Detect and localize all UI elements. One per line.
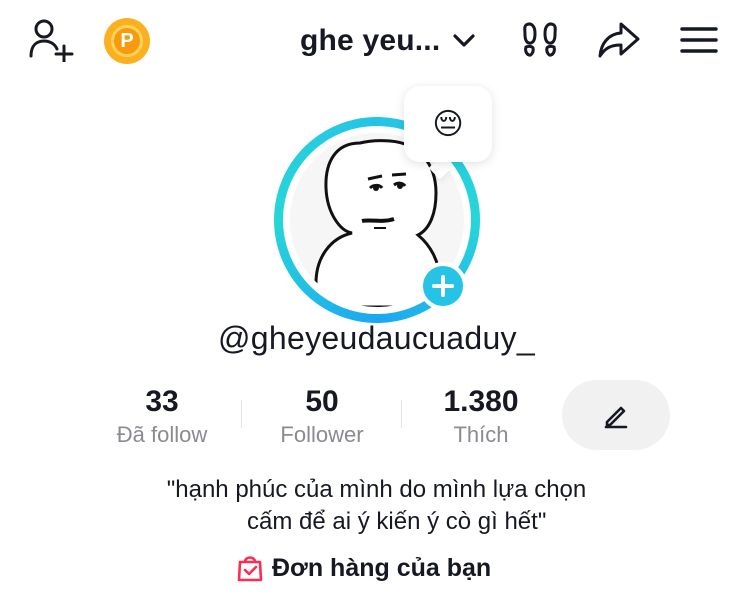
following-stat[interactable]: 33 Đã follow bbox=[87, 384, 237, 450]
bio-line-2: cấm để ai ý kiến ý cò gì hết" bbox=[247, 508, 547, 535]
profile-views-button[interactable] bbox=[516, 18, 564, 62]
share-profile-button[interactable] bbox=[594, 18, 644, 62]
mood-bubble[interactable]: 😔 bbox=[404, 86, 492, 162]
hamburger-menu-icon bbox=[680, 27, 718, 53]
username: @gheyeudaucuaduy_ bbox=[218, 320, 535, 356]
likes-count: 1.380 bbox=[443, 385, 519, 418]
add-story-button[interactable] bbox=[419, 262, 467, 310]
likes-label: Thích bbox=[453, 422, 509, 447]
followers-stat[interactable]: 50 Follower bbox=[247, 384, 397, 450]
coin-icon: P bbox=[111, 25, 143, 57]
person-add-icon bbox=[29, 19, 74, 62]
edit-profile-button[interactable] bbox=[562, 380, 670, 450]
plus-icon bbox=[432, 275, 454, 297]
followers-count: 50 bbox=[305, 385, 339, 418]
account-switcher[interactable]: ghe yeu... bbox=[300, 20, 476, 62]
shopping-bag-check-icon bbox=[237, 556, 263, 582]
likes-stat[interactable]: 1.380 Thích bbox=[406, 384, 556, 450]
orders-label: Đơn hàng của bạn bbox=[272, 553, 492, 582]
bio-line-1: "hạnh phúc của mình do mình lựa chọn bbox=[166, 476, 587, 503]
share-arrow-icon bbox=[598, 22, 640, 58]
your-orders-link[interactable]: Đơn hàng của bạn bbox=[236, 550, 491, 586]
mood-emoji: 😔 bbox=[432, 107, 464, 141]
stat-divider bbox=[401, 400, 402, 428]
profile-title: ghe yeu... bbox=[300, 24, 441, 57]
footprint-icon bbox=[523, 22, 557, 57]
menu-button[interactable] bbox=[676, 18, 722, 62]
add-friend-button[interactable] bbox=[26, 18, 76, 62]
following-label: Đã follow bbox=[116, 422, 208, 447]
chevron-down-icon bbox=[453, 34, 475, 47]
pencil-icon bbox=[604, 406, 628, 429]
followers-label: Follower bbox=[280, 422, 364, 447]
stat-divider bbox=[241, 400, 242, 428]
coin-button[interactable]: P bbox=[104, 18, 150, 64]
following-count: 33 bbox=[145, 385, 179, 418]
